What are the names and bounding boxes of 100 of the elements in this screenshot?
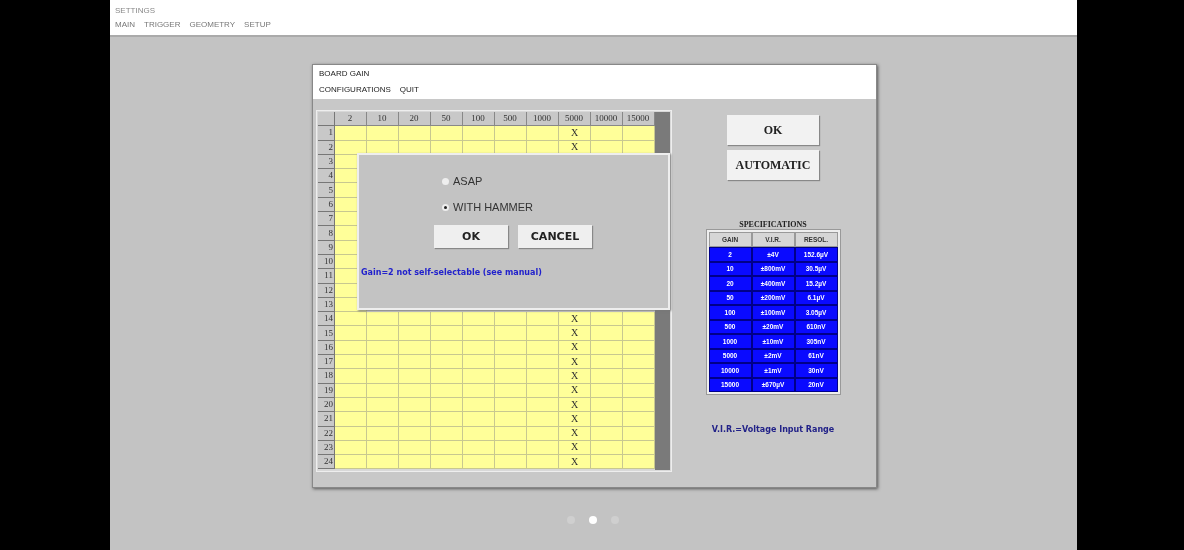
grid-cell[interactable]	[335, 126, 367, 141]
menu-item[interactable]: SETUP	[244, 20, 271, 30]
row-number: 11	[318, 269, 335, 284]
grid-cell[interactable]	[463, 355, 495, 370]
grid-cell[interactable]: X	[559, 326, 591, 341]
grid-cell[interactable]: X	[559, 126, 591, 141]
grid-cell[interactable]	[463, 455, 495, 470]
action-button[interactable]: OK	[727, 115, 819, 145]
grid-cell[interactable]	[527, 355, 559, 370]
grid-cell[interactable]	[463, 326, 495, 341]
row-number: 24	[318, 455, 335, 470]
grid-cell[interactable]	[335, 312, 367, 327]
grid-cell[interactable]	[591, 455, 623, 470]
row-number: 14	[318, 312, 335, 327]
grid-cell[interactable]	[527, 326, 559, 341]
grid-cell[interactable]	[591, 369, 623, 384]
grid-cell[interactable]	[335, 369, 367, 384]
menu-item[interactable]: CONFIGURATIONS	[319, 85, 391, 95]
grid-cell[interactable]	[367, 355, 399, 370]
grid-cell[interactable]	[431, 355, 463, 370]
grid-cell[interactable]	[591, 326, 623, 341]
grid-cell[interactable]	[463, 312, 495, 327]
grid-cell[interactable]	[623, 312, 655, 327]
grid-cell[interactable]	[335, 455, 367, 470]
grid-cell[interactable]: X	[559, 312, 591, 327]
grid-cell[interactable]	[399, 312, 431, 327]
corner-cell	[318, 112, 335, 127]
row-number: 21	[318, 412, 335, 427]
column-header: 5000	[559, 112, 591, 127]
radio-button[interactable]	[442, 177, 449, 185]
grid-cell[interactable]	[431, 126, 463, 141]
grid-cell[interactable]: X	[559, 412, 591, 427]
grid-cell[interactable]	[527, 455, 559, 470]
menu-item[interactable]: TRIGGER	[144, 20, 181, 30]
row-number: 5	[318, 183, 335, 198]
grid-cell[interactable]	[527, 312, 559, 327]
menu-item[interactable]: GEOMETRY	[189, 20, 236, 30]
column-header: 15000	[623, 112, 655, 127]
grid-cell[interactable]	[495, 369, 527, 384]
grid-cell[interactable]	[399, 355, 431, 370]
grid-cell[interactable]: X	[559, 369, 591, 384]
grid-cell[interactable]	[527, 369, 559, 384]
radio-label[interactable]: WITH HAMMER	[453, 201, 534, 213]
grid-cell[interactable]	[623, 326, 655, 341]
grid-cell[interactable]	[591, 355, 623, 370]
radio-label[interactable]: ASAP	[453, 175, 483, 187]
grid-cell[interactable]: X	[559, 355, 591, 370]
grid-cell[interactable]	[431, 326, 463, 341]
grid-cell[interactable]	[495, 355, 527, 370]
grid-cell[interactable]	[623, 126, 655, 141]
grid-cell[interactable]	[591, 312, 623, 327]
grid-cell[interactable]	[399, 455, 431, 470]
grid-cell[interactable]	[367, 455, 399, 470]
grid-cell[interactable]	[399, 126, 431, 141]
grid-cell[interactable]	[623, 455, 655, 470]
column-header: 10000	[591, 112, 623, 127]
grid-cell[interactable]	[335, 412, 367, 427]
note-text: Gain=2 not self-selectable (see manual)	[360, 267, 543, 277]
grid-cell[interactable]	[367, 412, 399, 427]
row-number: 8	[318, 226, 335, 241]
grid-cell[interactable]	[495, 126, 527, 141]
grid-cell[interactable]	[399, 412, 431, 427]
grid-cell[interactable]	[495, 312, 527, 327]
grid-cell[interactable]	[591, 412, 623, 427]
column-header: 10	[367, 112, 399, 127]
grid-cell[interactable]	[527, 126, 559, 141]
radio-button[interactable]	[442, 203, 449, 211]
grid-cell[interactable]: X	[559, 455, 591, 470]
grid-cell[interactable]	[623, 369, 655, 384]
grid-cell[interactable]	[399, 369, 431, 384]
action-button[interactable]: AUTOMATIC	[727, 150, 819, 180]
grid-cell[interactable]	[463, 369, 495, 384]
grid-cell[interactable]	[623, 355, 655, 370]
dialog-button[interactable]: OK	[434, 225, 508, 248]
grid-cell[interactable]	[335, 326, 367, 341]
grid-cell[interactable]	[399, 326, 431, 341]
row-number: 4	[318, 169, 335, 184]
grid-cell[interactable]	[367, 326, 399, 341]
grid-cell[interactable]	[463, 412, 495, 427]
menu-item[interactable]: QUIT	[399, 85, 419, 95]
grid-cell[interactable]	[495, 412, 527, 427]
grid-cell[interactable]	[367, 126, 399, 141]
grid-cell[interactable]	[591, 126, 623, 141]
grid-cell[interactable]	[431, 412, 463, 427]
grid-cell[interactable]	[495, 326, 527, 341]
grid-cell[interactable]	[431, 312, 463, 327]
page-dot[interactable]	[589, 516, 597, 524]
grid-cell[interactable]	[495, 455, 527, 470]
column-header: 100	[463, 112, 495, 127]
grid-cell[interactable]	[367, 369, 399, 384]
grid-cell[interactable]	[367, 312, 399, 327]
grid-cell[interactable]	[623, 412, 655, 427]
grid-cell[interactable]	[335, 355, 367, 370]
row-number: 1	[318, 126, 335, 141]
grid-cell[interactable]	[431, 455, 463, 470]
grid-cell[interactable]	[527, 412, 559, 427]
dialog-button[interactable]: CANCEL	[518, 225, 592, 248]
grid-cell[interactable]	[463, 126, 495, 141]
grid-cell[interactable]	[431, 369, 463, 384]
menu-item[interactable]: MAIN	[115, 20, 135, 30]
